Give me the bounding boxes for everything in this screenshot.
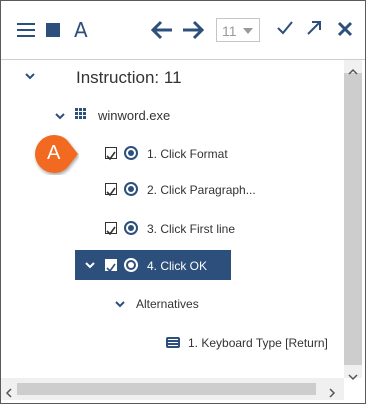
chevron-down-icon[interactable] xyxy=(114,298,126,310)
scroll-left-icon[interactable] xyxy=(5,385,13,403)
font-icon[interactable]: A xyxy=(74,18,88,42)
callout-letter: A xyxy=(47,142,61,164)
menu-icon[interactable] xyxy=(17,23,35,37)
step-select-value: 11 xyxy=(222,23,237,39)
step-1-label[interactable]: 1. Click Format xyxy=(147,147,228,161)
step-1-radio[interactable] xyxy=(124,146,138,160)
chevron-down-icon[interactable] xyxy=(54,110,66,122)
instruction-title: Instruction: 11 xyxy=(76,68,182,87)
app-grid-icon xyxy=(75,108,87,120)
step-4-row-selected[interactable]: 4. Click OK xyxy=(75,250,231,280)
keyboard-icon xyxy=(166,337,180,348)
stop-icon[interactable] xyxy=(46,23,60,37)
vertical-scroll-thumb[interactable] xyxy=(344,73,362,365)
check-icon[interactable] xyxy=(277,21,293,40)
step-2-radio[interactable] xyxy=(124,182,138,196)
chevron-down-icon xyxy=(243,28,253,34)
step-4-label[interactable]: 4. Click OK xyxy=(147,259,207,273)
scroll-down-icon[interactable] xyxy=(348,368,358,386)
step-4-radio[interactable] xyxy=(124,258,138,272)
step-3-radio[interactable] xyxy=(124,221,138,235)
chevron-down-icon[interactable] xyxy=(24,70,36,82)
step-3-checkbox[interactable] xyxy=(105,222,117,236)
step-2-label[interactable]: 2. Click Paragraph... xyxy=(147,183,256,197)
arrow-left-icon[interactable] xyxy=(150,20,173,45)
instruction-tree: Instruction: 11 winword.exe 1. Click For… xyxy=(8,60,363,378)
step-select[interactable]: 11 xyxy=(216,18,260,42)
step-1-checkbox[interactable] xyxy=(105,147,117,161)
process-name: winword.exe xyxy=(98,108,171,123)
step-2-checkbox[interactable] xyxy=(105,183,117,197)
scroll-up-icon[interactable] xyxy=(348,63,358,81)
step-3-label[interactable]: 3. Click First line xyxy=(147,222,235,236)
step-4-checkbox[interactable] xyxy=(105,259,117,273)
chevron-down-icon[interactable] xyxy=(84,259,96,271)
toolbar: A 11 xyxy=(1,1,365,60)
scroll-right-icon[interactable] xyxy=(328,385,336,403)
instruction-panel: A 11 Instruction: 11 winword.exe 1. Clic… xyxy=(0,0,366,404)
horizontal-scroll-thumb[interactable] xyxy=(17,383,316,395)
arrow-right-icon[interactable] xyxy=(182,20,205,45)
alternative-1-label[interactable]: 1. Keyboard Type [Return] xyxy=(188,336,328,350)
popout-icon[interactable] xyxy=(306,20,322,41)
alternatives-label[interactable]: Alternatives xyxy=(136,297,199,311)
close-icon[interactable] xyxy=(337,21,353,42)
